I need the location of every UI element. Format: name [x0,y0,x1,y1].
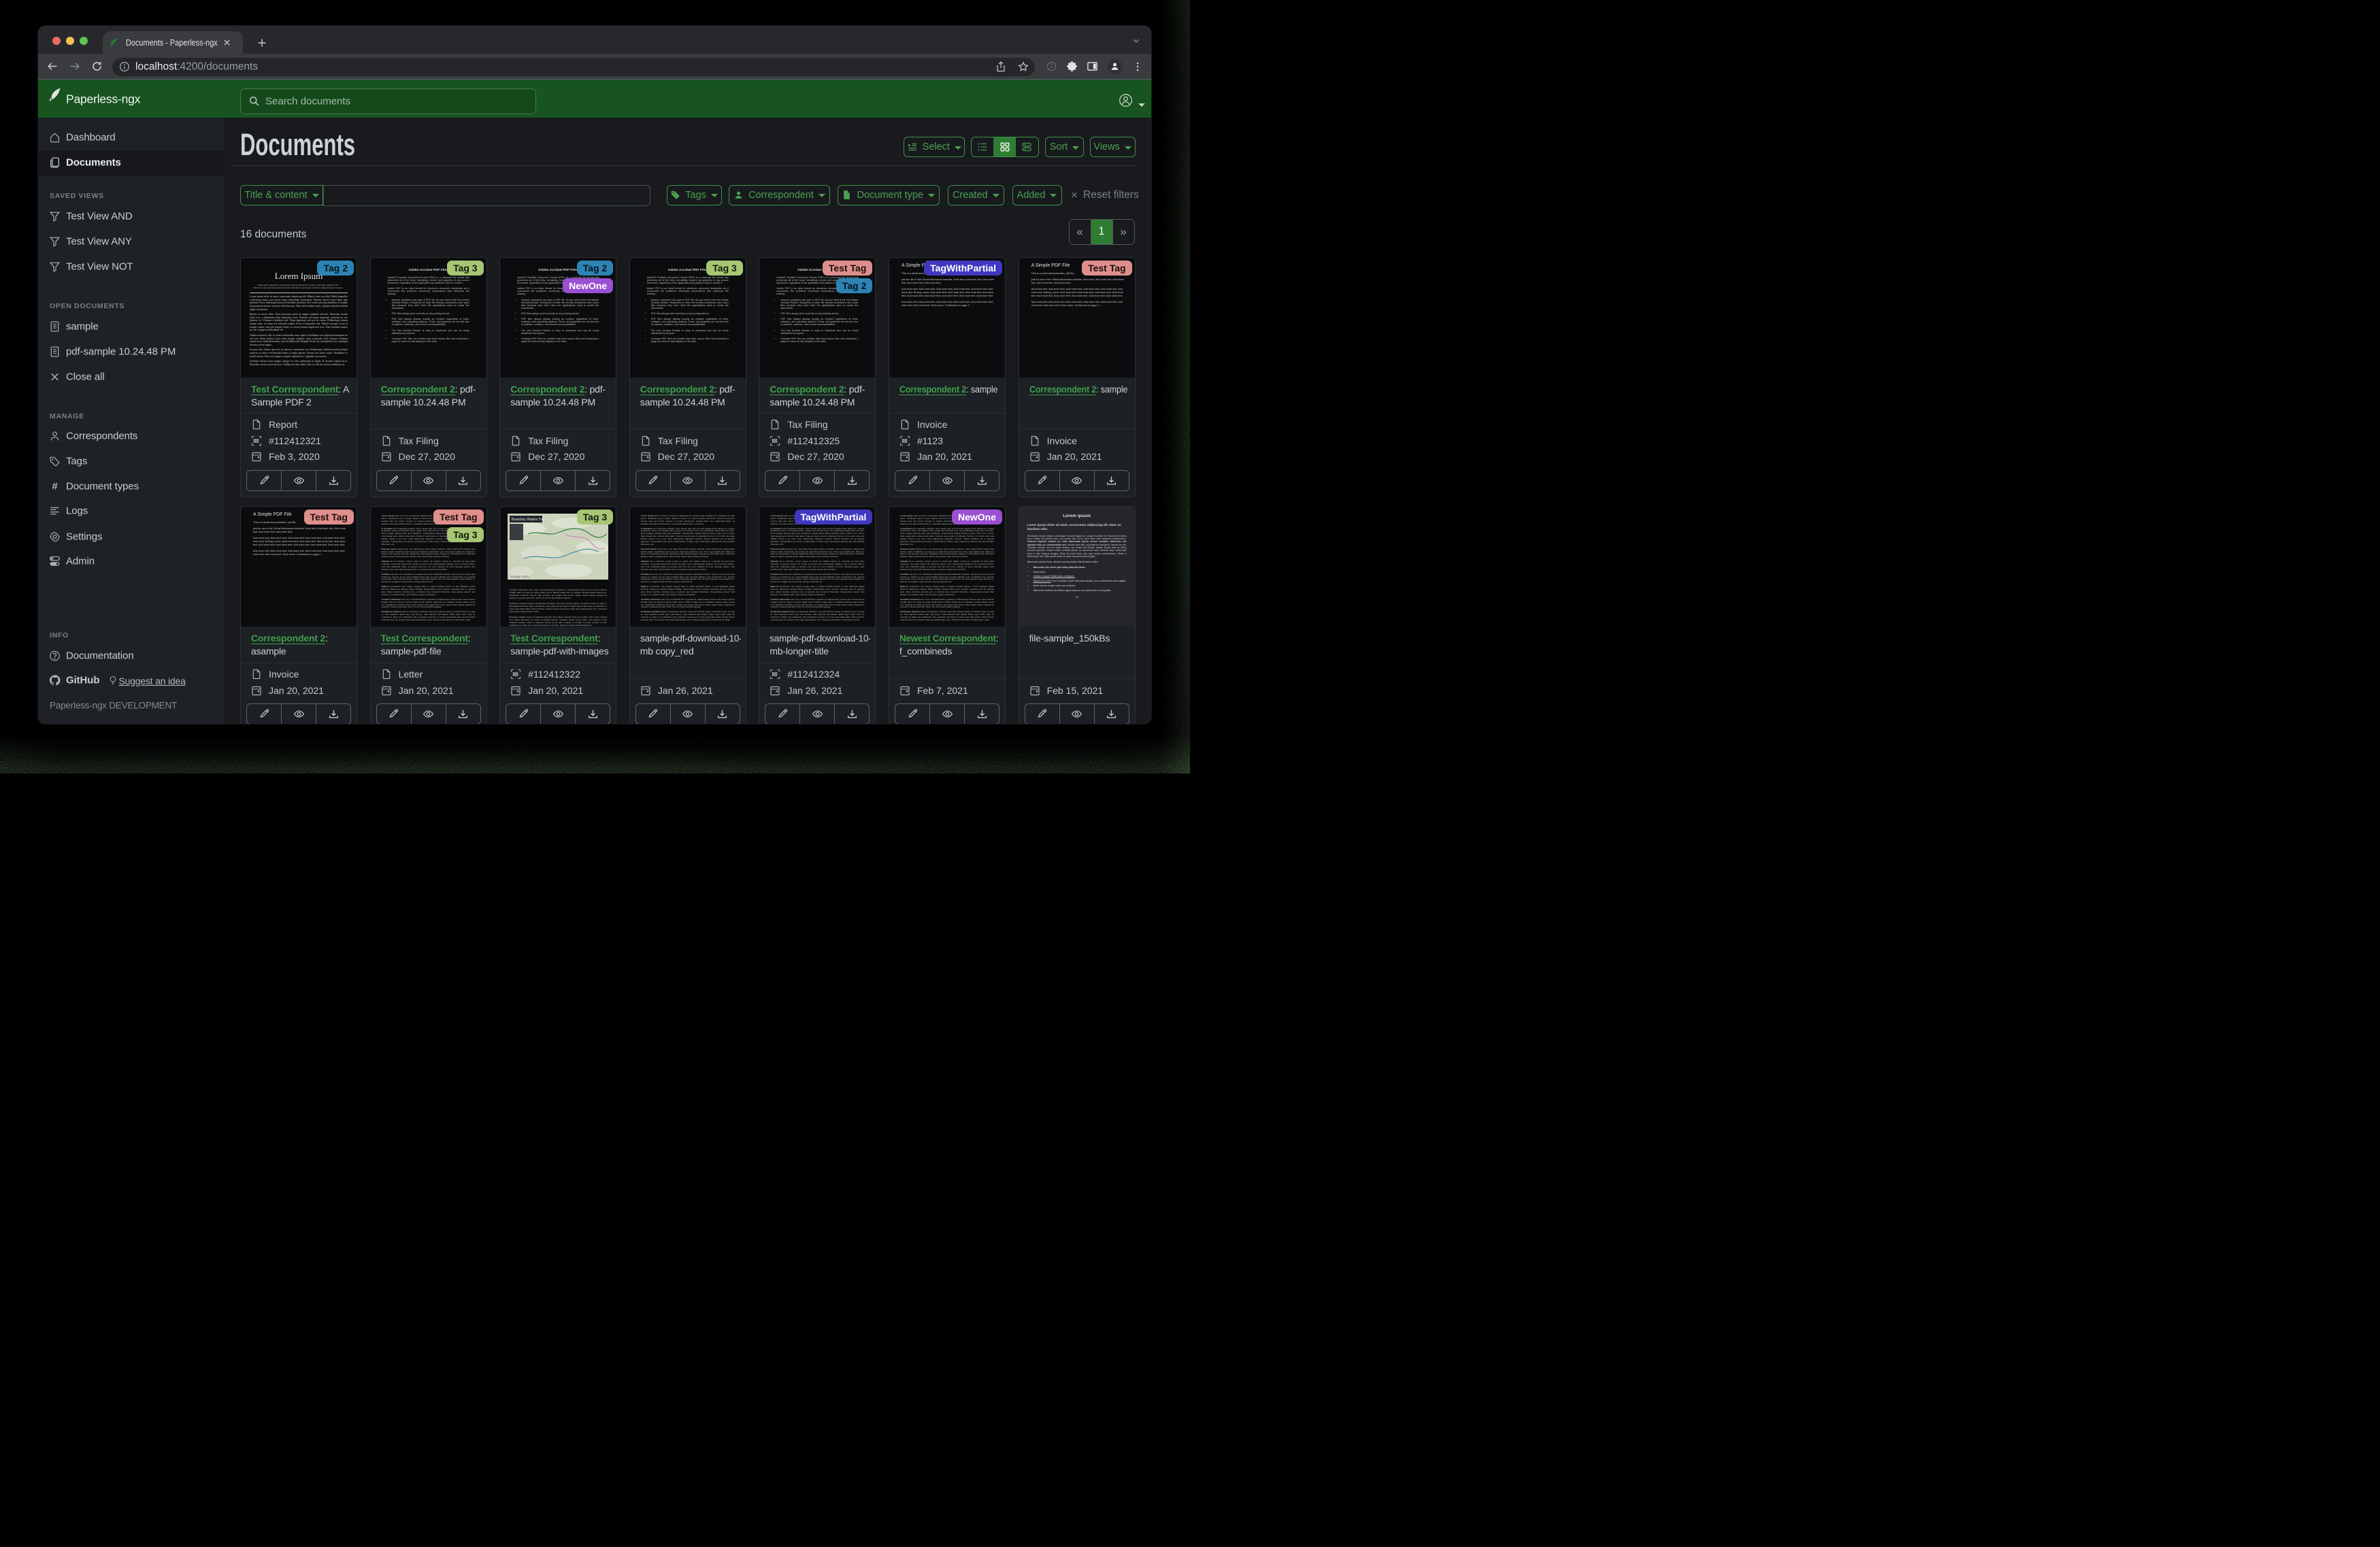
svg-text:Boundary Waters Trip: Boundary Waters Trip [512,518,544,522]
svg-text:Google Earth: Google Earth [511,575,530,578]
